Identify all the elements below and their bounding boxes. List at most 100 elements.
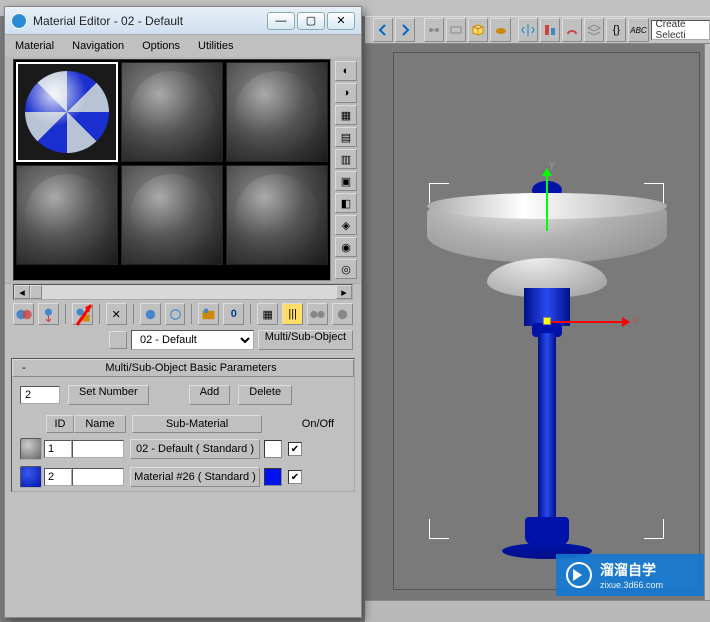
menu-utilities[interactable]: Utilities — [198, 40, 233, 52]
material-toolbar: ✕ 0 ▦ ||| — [5, 300, 361, 328]
rollout-header[interactable]: - Multi/Sub-Object Basic Parameters — [12, 359, 354, 377]
sample-slot-3[interactable] — [226, 62, 328, 162]
extra-tool-icon[interactable]: ◎ — [335, 259, 357, 279]
material-count-field[interactable]: 2 — [20, 386, 60, 404]
id-field[interactable]: 1 — [44, 440, 72, 458]
submat-header[interactable]: Sub-Material — [132, 415, 262, 433]
sample-type-icon[interactable]: ◐ — [335, 61, 357, 81]
show-end-result-button[interactable]: ||| — [282, 303, 303, 325]
watermark-title: 溜溜自学 — [600, 560, 663, 580]
sub-material-headers: ID Name Sub-Material On/Off — [12, 413, 354, 435]
named-selection-button[interactable]: ABC — [628, 18, 648, 42]
snap-button[interactable] — [562, 18, 582, 42]
viewport-perspective[interactable]: y x — [393, 52, 700, 590]
menu-material[interactable]: Material — [15, 40, 54, 52]
options-gear-icon[interactable]: ◧ — [335, 193, 357, 213]
make-preview-icon[interactable]: ▣ — [335, 171, 357, 191]
viewport[interactable]: y x — [365, 44, 710, 600]
watermark-url: zixue.3d66.com — [600, 580, 663, 590]
rollout-title: Multi/Sub-Object Basic Parameters — [35, 362, 347, 374]
teapot-icon-button[interactable] — [490, 18, 510, 42]
material-type-button[interactable]: Multi/Sub-Object — [258, 330, 353, 350]
material-swatch[interactable] — [20, 438, 42, 460]
make-copy-button[interactable] — [140, 303, 161, 325]
y-axis-label: y — [550, 159, 555, 170]
scroll-thumb[interactable] — [30, 285, 42, 299]
command-panel-edge[interactable] — [704, 44, 710, 600]
layers-button[interactable] — [584, 18, 604, 42]
delete-button[interactable]: Delete — [238, 385, 292, 405]
get-material-button[interactable] — [13, 303, 34, 325]
minimize-button[interactable]: — — [267, 12, 295, 30]
redo-button[interactable] — [395, 18, 415, 42]
play-icon — [566, 562, 592, 588]
menu-options[interactable]: Options — [142, 40, 180, 52]
material-swatch[interactable] — [20, 466, 42, 488]
window-title: Material Editor - 02 - Default — [33, 14, 267, 28]
color-swatch[interactable] — [264, 468, 282, 486]
on-off-checkbox[interactable] — [288, 442, 302, 456]
align-button[interactable] — [540, 18, 560, 42]
mirror-button[interactable] — [518, 18, 538, 42]
status-bar — [365, 600, 710, 622]
show-map-button[interactable]: ▦ — [257, 303, 278, 325]
sub-material-row-2: 2 Material #26 ( Standard ) — [12, 463, 354, 491]
sample-slot-2[interactable] — [121, 62, 223, 162]
rollout-controls: 2 Set Number Add Delete — [12, 377, 354, 413]
go-forward-button[interactable] — [332, 303, 353, 325]
sample-slot-6[interactable] — [226, 165, 328, 265]
unlink-button[interactable] — [446, 18, 466, 42]
sample-slot-1[interactable] — [16, 62, 118, 162]
sub-material-button[interactable]: Material #26 ( Standard ) — [130, 467, 260, 487]
sample-side-toolbar: ◐ ◑ ▦ ▤ ▥ ▣ ◧ ◈ ◉ ◎ — [331, 59, 357, 281]
sample-slots-area: ◐ ◑ ▦ ▤ ▥ ▣ ◧ ◈ ◉ ◎ — [5, 57, 361, 284]
id-field[interactable]: 2 — [44, 468, 72, 486]
curve-editor-button[interactable]: {} — [606, 18, 626, 42]
maximize-button[interactable]: ▢ — [297, 12, 325, 30]
material-id-button[interactable]: 0 — [223, 303, 244, 325]
link-button[interactable] — [424, 18, 444, 42]
scroll-left-icon[interactable]: ◂ — [14, 285, 30, 299]
menu-navigation[interactable]: Navigation — [72, 40, 124, 52]
name-field[interactable] — [72, 440, 124, 458]
cube-icon-button[interactable] — [468, 18, 488, 42]
color-swatch[interactable] — [264, 440, 282, 458]
material-editor-menubar: Material Navigation Options Utilities — [5, 35, 361, 57]
sample-slot-5[interactable] — [121, 165, 223, 265]
name-field[interactable] — [72, 468, 124, 486]
assign-to-selection-button[interactable] — [72, 303, 93, 325]
create-selection-field[interactable]: Create Selecti — [651, 20, 710, 40]
pick-material-button[interactable] — [109, 331, 127, 349]
lamp-model[interactable] — [427, 173, 667, 573]
material-editor-window: Material Editor - 02 - Default — ▢ ✕ Mat… — [4, 6, 362, 618]
backlight-icon[interactable]: ◑ — [335, 83, 357, 103]
sample-slot-scrollbar[interactable]: ◂ ▸ — [13, 284, 353, 300]
undo-button[interactable] — [373, 18, 393, 42]
rollout-multi-sub: - Multi/Sub-Object Basic Parameters 2 Se… — [11, 358, 355, 492]
sample-slot-4[interactable] — [16, 165, 118, 265]
set-number-button[interactable]: Set Number — [68, 385, 149, 405]
add-button[interactable]: Add — [189, 385, 231, 405]
material-name-dropdown[interactable]: 02 - Default — [131, 330, 254, 350]
put-to-library-button[interactable] — [198, 303, 219, 325]
on-off-checkbox[interactable] — [288, 470, 302, 484]
id-header[interactable]: ID — [46, 415, 74, 433]
make-unique-button[interactable] — [165, 303, 186, 325]
onoff-header: On/Off — [262, 415, 346, 433]
put-to-scene-button[interactable] — [38, 303, 59, 325]
scroll-right-icon[interactable]: ▸ — [336, 285, 352, 299]
go-parent-button[interactable] — [307, 303, 328, 325]
sample-uv-icon[interactable]: ▤ — [335, 127, 357, 147]
titlebar[interactable]: Material Editor - 02 - Default — ▢ ✕ — [5, 7, 361, 35]
reset-map-button[interactable]: ✕ — [106, 303, 127, 325]
watermark: 溜溜自学 zixue.3d66.com — [556, 554, 704, 596]
background-icon[interactable]: ▦ — [335, 105, 357, 125]
color-check-icon[interactable]: ▥ — [335, 149, 357, 169]
sub-material-button[interactable]: 02 - Default ( Standard ) — [130, 439, 260, 459]
sample-slot-grid — [13, 59, 331, 281]
close-button[interactable]: ✕ — [327, 12, 355, 30]
material-map-navigator-icon[interactable]: ◉ — [335, 237, 357, 257]
main-toolbar: {} ABC Create Selecti — [365, 16, 710, 44]
name-header[interactable]: Name — [74, 415, 126, 433]
select-by-material-icon[interactable]: ◈ — [335, 215, 357, 235]
